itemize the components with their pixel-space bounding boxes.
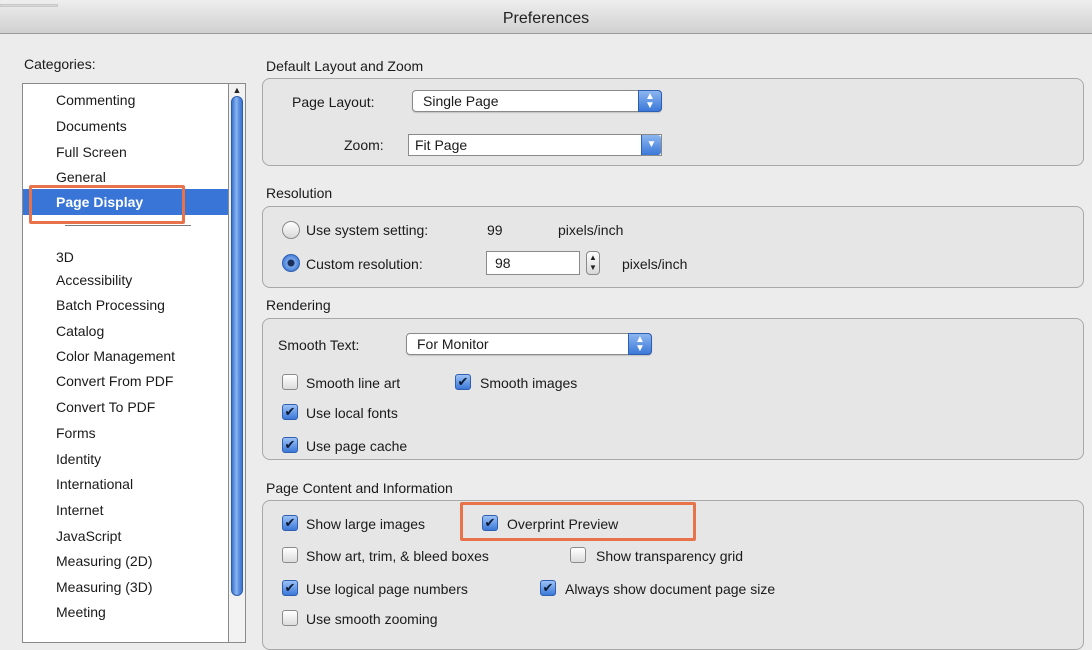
category-item-meeting[interactable]: Meeting [23, 599, 231, 625]
resolution-stepper-icon[interactable]: ▲ ▼ [586, 251, 600, 275]
category-item-measuring-3d[interactable]: Measuring (3D) [23, 574, 231, 600]
smooth-text-popup[interactable]: For Monitor ▲ ▼ [406, 333, 652, 355]
categories-list[interactable]: Commenting Documents Full Screen General… [22, 83, 246, 643]
use-smooth-zooming-checkbox[interactable] [282, 610, 298, 626]
smooth-line-art-label: Smooth line art [306, 375, 401, 391]
zoom-value: Fit Page [415, 137, 468, 153]
system-resolution-unit: pixels/inch [558, 222, 624, 238]
category-item-measuring-2d[interactable]: Measuring (2D) [23, 548, 231, 574]
custom-resolution-label: Custom resolution: [306, 256, 423, 272]
category-item-commenting[interactable]: Commenting [23, 87, 231, 113]
use-smooth-zooming-label: Use smooth zooming [306, 611, 438, 627]
show-art-trim-bleed-label: Show art, trim, & bleed boxes [306, 548, 489, 564]
categories-scrollbar[interactable]: ▲ [228, 83, 246, 643]
categories-label: Categories: [24, 56, 96, 72]
system-resolution-value: 99 [487, 222, 503, 238]
category-item-javascript[interactable]: JavaScript [23, 523, 231, 549]
scroll-up-arrow-icon[interactable]: ▲ [230, 84, 244, 96]
use-page-cache-label: Use page cache [306, 438, 408, 454]
custom-resolution-unit: pixels/inch [622, 256, 688, 272]
system-setting-radio[interactable] [282, 221, 300, 239]
use-local-fonts-label: Use local fonts [306, 405, 398, 421]
zoom-label: Zoom: [344, 137, 384, 153]
category-separator [65, 225, 191, 226]
category-item-color-management[interactable]: Color Management [23, 343, 231, 369]
use-logical-page-numbers-checkbox[interactable]: ✔ [282, 580, 298, 596]
show-transparency-grid-label: Show transparency grid [596, 548, 744, 564]
layout-zoom-group [262, 78, 1084, 166]
always-show-page-size-checkbox[interactable]: ✔ [540, 580, 556, 596]
system-setting-label: Use system setting: [306, 222, 429, 238]
always-show-page-size-label: Always show document page size [565, 581, 776, 597]
page-content-heading: Page Content and Information [266, 480, 453, 496]
zoom-combo[interactable]: Fit Page ▼ [408, 134, 662, 156]
show-transparency-grid-checkbox[interactable] [570, 547, 586, 563]
use-page-cache-checkbox[interactable]: ✔ [282, 437, 298, 453]
smooth-text-value: For Monitor [417, 336, 489, 352]
category-item-internet[interactable]: Internet [23, 497, 231, 523]
overprint-preview-checkbox[interactable]: ✔ [482, 515, 498, 531]
category-item-international[interactable]: International [23, 471, 231, 497]
category-item-catalog[interactable]: Catalog [23, 318, 231, 344]
custom-resolution-input[interactable]: 98 [486, 251, 580, 275]
show-art-trim-bleed-checkbox[interactable] [282, 547, 298, 563]
resolution-group [262, 206, 1084, 288]
popup-arrows-icon: ▲ ▼ [628, 333, 652, 355]
chevron-down-icon[interactable]: ▼ [641, 135, 661, 155]
smooth-line-art-checkbox[interactable] [282, 374, 298, 390]
use-local-fonts-checkbox[interactable]: ✔ [282, 404, 298, 420]
popup-arrows-icon: ▲ ▼ [638, 90, 662, 112]
use-logical-page-numbers-label: Use logical page numbers [306, 581, 468, 597]
category-item-general[interactable]: General [23, 164, 231, 190]
page-layout-label: Page Layout: [292, 94, 375, 110]
smooth-images-label: Smooth images [480, 375, 578, 391]
category-item-page-display[interactable]: Page Display [23, 189, 231, 215]
category-item-identity[interactable]: Identity [23, 446, 231, 472]
category-item-documents[interactable]: Documents [23, 113, 231, 139]
smooth-images-checkbox[interactable]: ✔ [455, 374, 471, 390]
smooth-text-label: Smooth Text: [278, 337, 360, 353]
category-item-batch-processing[interactable]: Batch Processing [23, 292, 231, 318]
category-item-forms[interactable]: Forms [23, 420, 231, 446]
category-item-convert-to-pdf[interactable]: Convert To PDF [23, 394, 231, 420]
overprint-preview-label: Overprint Preview [507, 516, 619, 532]
show-large-images-label: Show large images [306, 516, 426, 532]
scrollbar-thumb[interactable] [231, 96, 243, 596]
rendering-heading: Rendering [266, 297, 331, 313]
window-edge-stub [0, 4, 58, 7]
resolution-heading: Resolution [266, 185, 333, 201]
category-item-accessibility[interactable]: Accessibility [23, 267, 231, 293]
page-layout-value: Single Page [423, 93, 499, 109]
window-title: Preferences [502, 10, 590, 27]
layout-zoom-heading: Default Layout and Zoom [266, 58, 424, 74]
title-bar: Preferences [0, 0, 1092, 34]
show-large-images-checkbox[interactable]: ✔ [282, 515, 298, 531]
custom-resolution-radio[interactable] [282, 254, 300, 272]
page-layout-popup[interactable]: Single Page ▲ ▼ [412, 90, 662, 112]
category-item-full-screen[interactable]: Full Screen [23, 139, 231, 165]
category-item-convert-from-pdf[interactable]: Convert From PDF [23, 368, 231, 394]
